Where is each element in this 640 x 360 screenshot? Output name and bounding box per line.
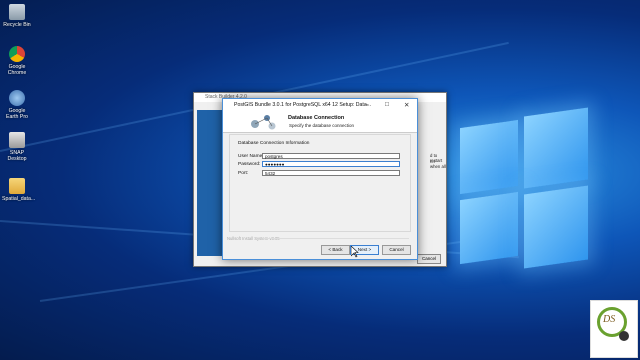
group-label: Database Connection Information [238,141,310,146]
folder-icon [9,178,25,194]
desktop-icon-label: Google Earth Pro [6,108,28,120]
stack-builder-cancel-button[interactable]: Cancel [417,254,441,264]
desktop-icon-snap[interactable]: SNAP Desktop [2,132,32,162]
cancel-button[interactable]: Cancel [382,245,411,255]
password-input[interactable]: ●●●●●●● [262,161,400,167]
desktop-icon-chrome[interactable]: Google Chrome [2,46,32,76]
installer-graphic-icon [251,115,276,130]
port-label: Port: [238,171,249,176]
desktop-icon-label: SNAP Desktop [7,150,27,162]
desktop-icon-folder[interactable]: Spatial_data... [2,178,36,202]
globe-icon [619,331,629,341]
password-label: Password: [238,162,261,167]
chrome-icon [9,46,25,62]
mouse-cursor-icon [351,246,359,258]
stack-builder-text-line: rer when all [430,159,446,169]
header-subtitle: Specify the database connection [289,123,355,128]
snap-desktop-icon [9,132,25,148]
back-button[interactable]: < Back [321,245,350,255]
dialog-header: Database Connection Specify the database… [223,112,417,133]
close-icon[interactable]: ✕ [404,101,409,109]
connection-group: Database Connection Information [229,134,411,232]
dialog-title: PostGIS Bundle 3.0.1 for PostgreSQL x64 … [234,102,372,108]
watermark-logo: DS [590,300,638,358]
footer-separator [263,238,409,239]
desktop-icon-label: Google Chrome [7,64,27,76]
minimize-icon[interactable]: – [365,101,369,108]
desktop-icon-google-earth[interactable]: Google Earth Pro [2,90,32,120]
header-title: Database Connection [288,115,345,121]
stack-builder-side-panel [197,110,222,256]
desktop: Recycle Bin Google Chrome Google Earth P… [0,0,640,360]
desktop-icon-label: Recycle Bin [3,22,31,28]
desktop-icon-recycle-bin[interactable]: Recycle Bin [2,4,32,28]
watermark-text: DS [603,314,616,325]
username-input[interactable]: postgres [262,153,400,159]
maximize-icon[interactable]: □ [385,101,389,108]
desktop-icon-label: Spatial_data... [2,196,36,202]
dialog-titlebar: PostGIS Bundle 3.0.1 for PostgreSQL x64 … [223,99,417,112]
port-input[interactable]: 5432 [262,170,400,176]
username-label: User Name: [238,154,264,159]
google-earth-icon [9,90,25,106]
recycle-bin-icon [9,4,25,20]
setup-dialog: PostGIS Bundle 3.0.1 for PostgreSQL x64 … [222,98,418,260]
windows-logo [440,107,605,277]
